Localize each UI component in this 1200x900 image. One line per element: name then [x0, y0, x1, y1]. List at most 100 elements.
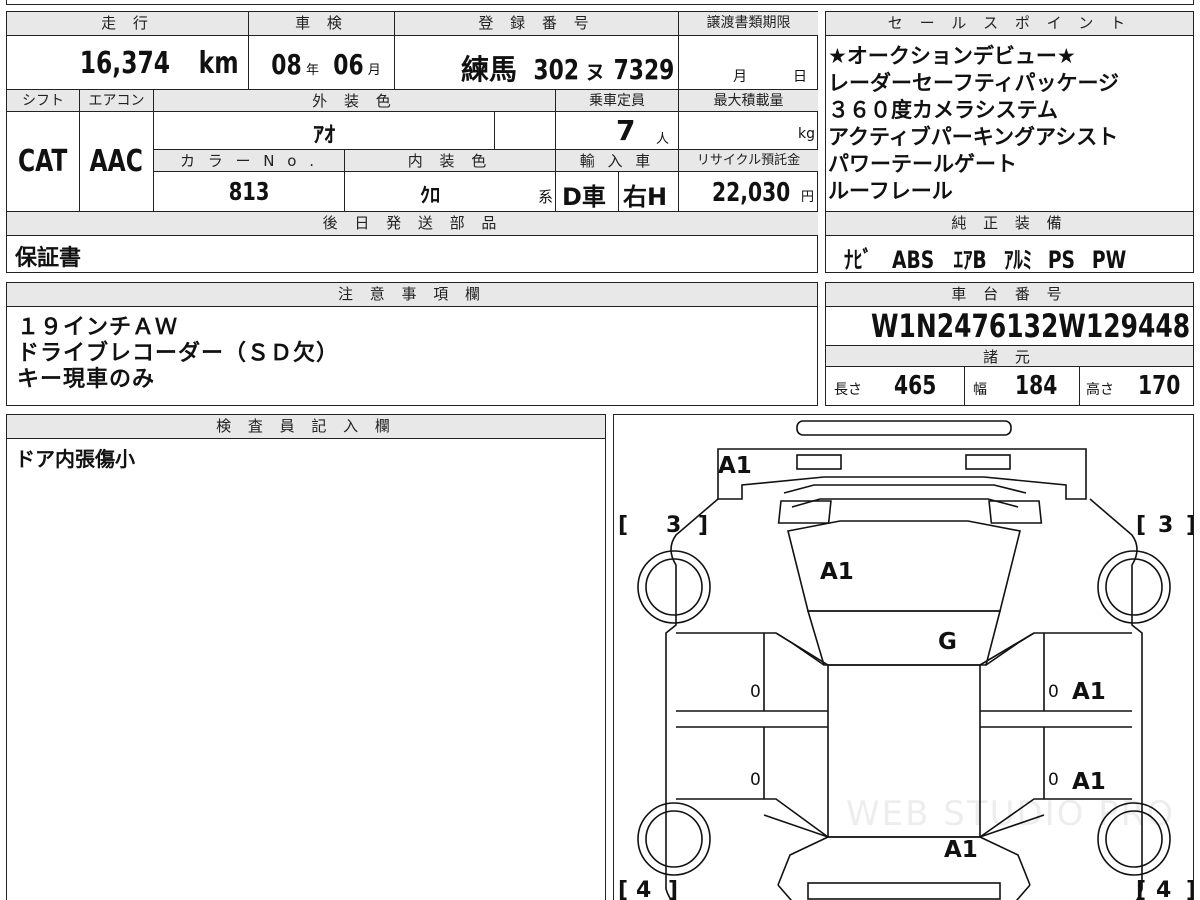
header-chassis-no: 車 台 番 号 — [826, 283, 1193, 307]
exterior-color-extra-cell — [495, 112, 556, 150]
transfer-day-unit: 日 — [793, 69, 807, 85]
color-no-value: 813 — [228, 177, 270, 206]
svg-text:[: [ — [618, 513, 628, 538]
notes-list: １９インチＡＷ ドライブレコーダー（ＳＤ欠） キー現車のみ — [17, 315, 339, 393]
windshield — [777, 836, 1031, 886]
tire-label-left-rear: 3 — [666, 513, 681, 538]
header-capacity: 乗車定員 — [556, 90, 679, 112]
header-import: 輸 入 車 — [556, 150, 679, 172]
sales-point-item: ★オークションデビュー★ — [828, 44, 1076, 68]
note-item: キー現車のみ — [17, 367, 156, 392]
header-mileage: 走 行 — [7, 12, 249, 36]
spec-height-cell: 高さ 170 — [1080, 367, 1193, 405]
capacity-value: 7 — [616, 114, 636, 147]
door-digit: 0 — [750, 682, 761, 702]
header-transfer-deadline: 譲渡書類期限 — [679, 12, 818, 36]
genuine-equipment-list: ﾅﾋﾞ ABS ｴｱB ｱﾙﾐ PS PW — [840, 240, 1131, 275]
transfer-month-unit: 月 — [733, 69, 747, 85]
interior-color-value: ｸﾛ — [420, 183, 440, 207]
mark-rear-gate: A1 — [718, 453, 752, 479]
equipment-item: ｴｱB — [953, 246, 987, 274]
header-exterior-color: 外 装 色 — [154, 90, 556, 112]
svg-text:[: [ — [1136, 878, 1146, 900]
rear-light-right — [965, 454, 1011, 470]
sales-points-box: セ ー ル ス ポ イ ン ト ★オークションデビュー★ レーダーセーフティパッ… — [825, 11, 1194, 212]
mark-right-rear-door: A1 — [1072, 679, 1106, 705]
equipment-item: ｱﾙﾐ — [1003, 246, 1032, 274]
header-sales-points: セ ー ル ス ポ イ ン ト — [826, 12, 1193, 36]
spec-width-label: 幅 — [973, 382, 987, 398]
import-type-cell: D車 — [556, 172, 619, 212]
car-diagram: [ 3 ] [ 3 ] [ 4 ] [ 4 ] A1 A1 G A1 A1 A1… — [618, 420, 1194, 900]
header-registration: 登 録 番 号 — [395, 12, 679, 36]
registration-area: 練馬 — [461, 53, 518, 86]
svg-text:]: ] — [668, 878, 678, 900]
svg-text:]: ] — [1186, 513, 1194, 538]
mileage-cell: 16,374 km — [7, 36, 249, 90]
equipment-item: ABS — [892, 246, 935, 274]
mark-roof: G — [938, 629, 957, 655]
notes-box: 注 意 事 項 欄 １９インチＡＷ ドライブレコーダー（ＳＤ欠） キー現車のみ — [6, 282, 818, 406]
registration-kana: ヌ — [585, 60, 606, 84]
inspection-month: 06 — [333, 48, 364, 81]
shift-cell: CAT — [7, 112, 80, 212]
left-front-tire — [637, 802, 711, 876]
genuine-equipment-box: 純 正 装 備 ﾅﾋﾞ ABS ｴｱB ｱﾙﾐ PS PW — [825, 211, 1194, 275]
tire-label-right-front: 4 — [1156, 878, 1171, 900]
header-notes: 注 意 事 項 欄 — [7, 283, 817, 307]
inspection-year: 08 — [271, 48, 302, 81]
svg-text:[: [ — [1136, 513, 1146, 538]
capacity-cell: 7 人 — [556, 112, 679, 150]
capacity-unit: 人 — [656, 132, 670, 147]
sales-point-item: レーダーセーフティパッケージ — [828, 71, 1120, 95]
recycle-fee-unit: 円 — [800, 190, 814, 205]
transfer-deadline-cell: 月 日 — [679, 36, 818, 90]
header-recycle-fee: リサイクル預託金 — [679, 150, 818, 172]
header-interior-color: 内 装 色 — [345, 150, 556, 172]
recycle-fee-cell: 22,030 円 — [679, 172, 818, 212]
header-inspection: 車 検 — [249, 12, 395, 36]
svg-text:[: [ — [618, 878, 628, 900]
mark-rear-glass: A1 — [820, 559, 854, 585]
mark-right-front-door: A1 — [1072, 769, 1106, 795]
exterior-color-cell: ｱｵ — [154, 112, 495, 150]
inspector-comment: ドア内張傷小 — [15, 447, 135, 471]
header-later-parts: 後 日 発 送 部 品 — [7, 212, 818, 236]
car-diagram-box: [ 3 ] [ 3 ] [ 4 ] [ 4 ] A1 A1 G A1 A1 A1… — [613, 414, 1194, 900]
aircon-value: AAC — [89, 144, 144, 179]
equipment-item: ﾅﾋﾞ — [843, 246, 873, 274]
tire-label-left-front: 4 — [636, 878, 651, 900]
registration-plate: 7329 — [613, 53, 675, 86]
note-item: ドライブレコーダー（ＳＤ欠） — [17, 341, 340, 366]
handle-cell: 右H — [619, 172, 679, 212]
header-aircon: エアコン — [80, 90, 154, 112]
spec-width-value: 184 — [1014, 371, 1058, 401]
max-load-cell: kg — [679, 112, 818, 150]
body-outline — [665, 498, 1143, 900]
sales-points-list: ★オークションデビュー★ レーダーセーフティパッケージ ３６０度カメラシステム … — [828, 43, 1119, 205]
header-inspector: 検 査 員 記 入 欄 — [7, 415, 605, 439]
sales-point-item: ３６０度カメラシステム — [828, 98, 1058, 122]
equipment-item: PW — [1091, 246, 1127, 274]
mileage-value: 16,374 — [79, 46, 170, 81]
spec-height-value: 170 — [1137, 371, 1181, 401]
mileage-unit: km — [198, 46, 239, 81]
chassis-specs-box: 車 台 番 号 W1N2476132W129448 諸 元 長さ 465 幅 1… — [825, 282, 1194, 406]
inspector-box: 検 査 員 記 入 欄 ドア内張傷小 — [6, 414, 606, 900]
sales-point-item: アクティブパーキングアシスト — [828, 125, 1119, 149]
spec-height-label: 高さ — [1086, 382, 1114, 398]
door-digit: 0 — [1048, 770, 1059, 790]
interior-color-cell: ｸﾛ 系 — [345, 172, 556, 212]
door-digit: 0 — [750, 770, 761, 790]
inspection-year-unit: 年 — [305, 63, 319, 78]
handle-value: 右H — [623, 183, 668, 211]
header-specs: 諸 元 — [826, 345, 1193, 367]
exterior-color-value: ｱｵ — [312, 123, 335, 148]
sales-point-item: パワーテールゲート — [828, 152, 1017, 176]
tire-label-right-rear: 3 — [1158, 513, 1173, 538]
note-item: １９インチＡＷ — [17, 315, 179, 340]
later-parts-value: 保証書 — [15, 246, 82, 271]
top-cut-strip — [6, 0, 1194, 5]
svg-text:]: ] — [698, 513, 708, 538]
registration-cell: 練馬 302 ヌ 7329 — [395, 36, 679, 90]
